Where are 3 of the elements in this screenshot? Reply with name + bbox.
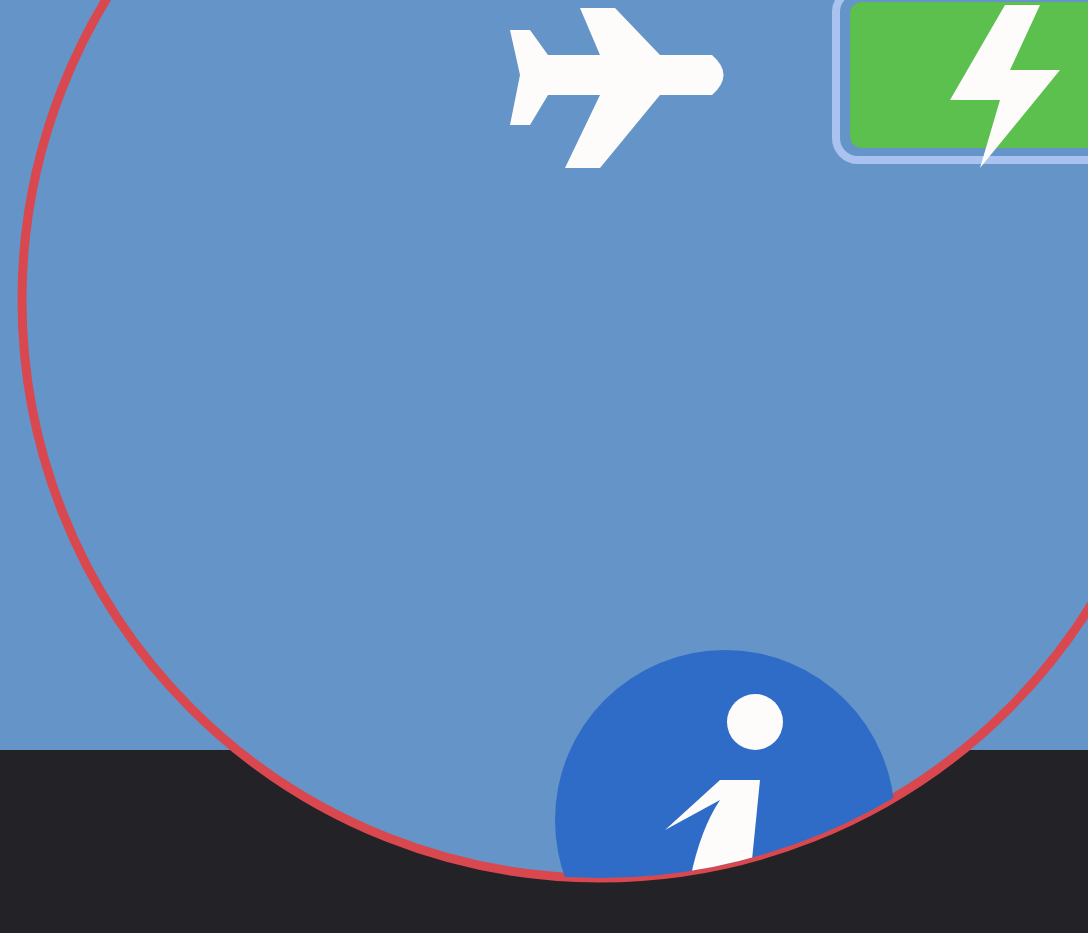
battery-icon[interactable]	[832, 0, 1088, 168]
info-icon[interactable]	[555, 650, 895, 878]
airplane-icon[interactable]	[510, 8, 724, 168]
